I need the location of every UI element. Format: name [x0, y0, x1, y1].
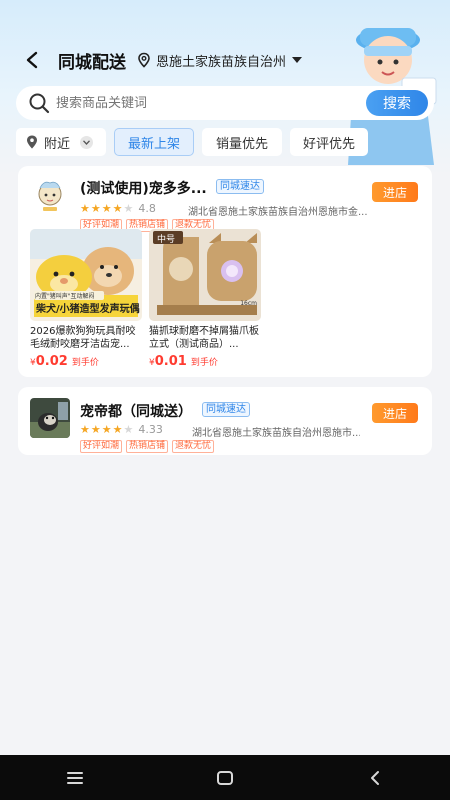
store-card[interactable]: (测试使用)宠多多... 同城速达 ★ ★ ★ ★ ★ 4.8 湖北省恩施土家族苗族自治… [18, 166, 432, 377]
store-tags: 好评如潮 热销店铺 退款无忧 [80, 440, 218, 453]
home-button[interactable] [195, 755, 255, 800]
location-selector[interactable]: 恩施土家族苗族自治州 [136, 51, 303, 70]
search-input[interactable] [56, 95, 346, 111]
star-icon: ★ [123, 202, 134, 215]
chevron-left-icon [26, 51, 38, 69]
product-name: 猫抓球耐磨不掉屑猫爪板立式（测试商品）... [149, 326, 259, 350]
star-icon: ★ [101, 423, 112, 436]
search-bar: 搜索 [16, 86, 434, 120]
product-image: 内置"猪叫声"互动解闷 柴犬/小猪造型发声玩偶 [30, 229, 142, 321]
location-label: 恩施土家族苗族自治州 [156, 54, 287, 70]
store-address: 湖北省恩施土家族苗族自治州恩施市金... [188, 207, 368, 218]
price-value: 0.02 [35, 354, 68, 369]
store-rating: ★ ★ ★ ★ ★ 4.8 [80, 202, 156, 215]
system-navigation-bar [0, 755, 450, 800]
same-city-badge: 同城速达 [202, 402, 250, 417]
product-image-dimension: 16cm [240, 300, 257, 307]
store-header: 宠帝都（同城送） 同城速达 ★ ★ ★ ★ ★ 4.33 湖北省恩施土家族苗族自治州恩施… [30, 397, 422, 453]
price-label: 到手价 [71, 358, 99, 368]
star-icon: ★ [90, 423, 101, 436]
store-name: (测试使用)宠多多... [80, 181, 207, 197]
pin-icon [138, 52, 150, 68]
product-price: ¥ 0.01 到手价 [149, 354, 261, 369]
back-button[interactable] [10, 40, 54, 80]
enter-store-button[interactable]: 进店 [372, 182, 418, 202]
same-city-badge: 同城速达 [216, 179, 264, 194]
price-value: 0.01 [154, 354, 187, 369]
store-address: 湖北省恩施土家族苗族自治州恩施市... [192, 428, 360, 439]
enter-store-button[interactable]: 进店 [372, 403, 418, 423]
caret-down-icon [292, 57, 303, 63]
filter-sales[interactable]: 销量优先 [202, 128, 282, 156]
store-header: (测试使用)宠多多... 同城速达 ★ ★ ★ ★ ★ 4.8 湖北省恩施土家族苗族自治… [30, 176, 422, 232]
star-icon: ★ [123, 423, 134, 436]
top-header: 同城配送 恩施土家族苗族自治州 [0, 40, 450, 80]
product-name: 2026爆款狗狗玩具耐咬毛绒耐咬磨牙洁齿宠... [30, 326, 136, 350]
star-icon: ★ [80, 202, 90, 215]
back-triangle-icon [371, 770, 379, 785]
product-image: 中号 16cm [149, 229, 261, 321]
tag-hot-store: 热销店铺 [126, 440, 169, 453]
product-list: 内置"猪叫声"互动解闷 柴犬/小猪造型发声玩偶 2026爆款狗狗玩具耐咬毛绒耐咬… [30, 229, 268, 369]
search-button[interactable]: 搜索 [366, 90, 428, 116]
home-square-icon [217, 770, 233, 785]
product-image-caption: 内置"猪叫声"互动解闷 [35, 293, 95, 300]
filter-nearby[interactable]: 附近 [16, 128, 106, 156]
store-rating: ★ ★ ★ ★ ★ 4.33 [80, 423, 163, 436]
product-price: ¥ 0.02 到手价 [30, 354, 142, 369]
price-label: 到手价 [190, 358, 218, 368]
star-icon: ★ [80, 423, 90, 436]
tag-good-reviews: 好评如潮 [80, 440, 123, 453]
system-back-button[interactable] [345, 755, 405, 800]
store-card[interactable]: 宠帝都（同城送） 同城速达 ★ ★ ★ ★ ★ 4.33 湖北省恩施土家族苗族自治州恩施… [18, 387, 432, 455]
recent-apps-button[interactable] [45, 755, 105, 800]
page-title: 同城配送 [58, 52, 126, 73]
star-icon: ★ [90, 202, 101, 215]
rating-value: 4.33 [138, 423, 163, 436]
store-name: 宠帝都（同城送） [80, 404, 192, 420]
menu-icon [67, 771, 83, 784]
star-icon: ★ [112, 423, 123, 436]
pin-icon [27, 135, 37, 149]
product-image-headline: 柴犬/小猪造型发声玩偶 [36, 304, 140, 315]
product-item[interactable]: 中号 16cm 猫抓球耐磨不掉屑猫爪板立式（测试商品）... ¥ 0.01 到手… [149, 229, 261, 369]
store-avatar [30, 176, 70, 216]
product-image-size-tag: 中号 [157, 235, 176, 245]
filter-newest[interactable]: 最新上架 [114, 128, 194, 156]
filter-rating[interactable]: 好评优先 [290, 128, 368, 156]
star-icon: ★ [101, 202, 112, 215]
search-icon [29, 93, 50, 114]
tag-refund: 退款无忧 [172, 440, 215, 453]
store-avatar [30, 398, 70, 438]
product-item[interactable]: 内置"猪叫声"互动解闷 柴犬/小猪造型发声玩偶 2026爆款狗狗玩具耐咬毛绒耐咬… [30, 229, 142, 369]
rating-value: 4.8 [138, 202, 156, 215]
star-icon: ★ [112, 202, 123, 215]
chevron-down-icon [80, 135, 94, 149]
filter-bar: 附近 最新上架 销量优先 好评优先 [16, 128, 376, 156]
filter-nearby-label: 附近 [44, 136, 71, 152]
